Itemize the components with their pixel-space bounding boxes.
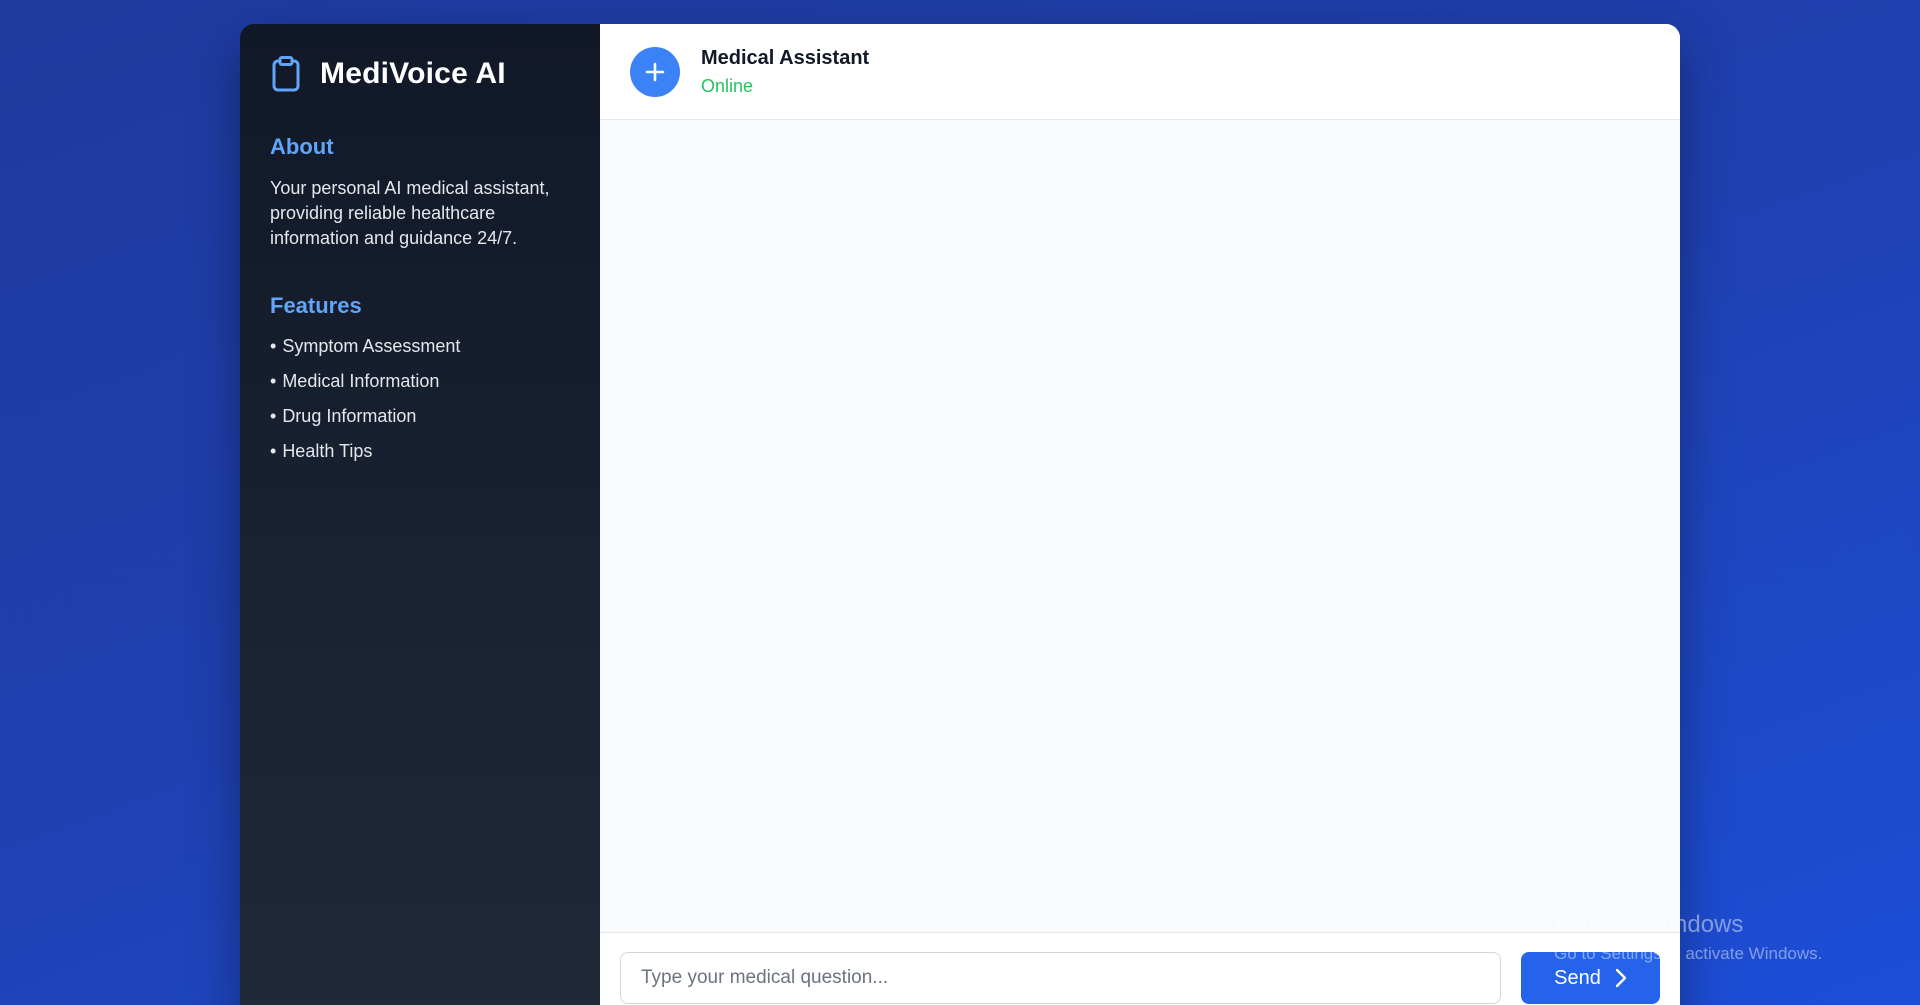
chat-panel: Medical Assistant Online Send — [600, 24, 1680, 1005]
feature-label: Drug Information — [282, 406, 417, 426]
composer: Send — [600, 932, 1680, 1005]
feature-label: Health Tips — [282, 441, 373, 461]
assistant-info: Medical Assistant Online — [701, 47, 869, 97]
brand-title: MediVoice AI — [320, 57, 506, 90]
assistant-avatar — [630, 46, 680, 97]
messages-area[interactable] — [600, 120, 1680, 932]
bullet: • — [270, 406, 277, 426]
feature-item-medical-information: • Medical Information — [270, 370, 570, 392]
sidebar: MediVoice AI About Your personal AI medi… — [240, 24, 600, 1005]
feature-item-health-tips: • Health Tips — [270, 440, 570, 462]
chevron-right-icon — [1615, 968, 1627, 988]
assistant-name: Medical Assistant — [701, 46, 870, 69]
plus-icon — [645, 62, 665, 81]
clipboard-icon — [270, 56, 302, 92]
status-online: Online — [701, 75, 754, 96]
feature-item-symptom-assessment: • Symptom Assessment — [270, 335, 570, 357]
features-heading: Features — [270, 293, 362, 318]
feature-label: Symptom Assessment — [282, 336, 461, 356]
send-button[interactable]: Send — [1521, 952, 1660, 1004]
app-window: MediVoice AI About Your personal AI medi… — [240, 24, 1680, 1005]
feature-item-drug-information: • Drug Information — [270, 405, 570, 427]
bullet: • — [270, 441, 277, 461]
about-text: Your personal AI medical assistant, prov… — [270, 178, 550, 248]
bullet: • — [270, 336, 277, 356]
bullet: • — [270, 371, 277, 391]
about-heading: About — [270, 134, 334, 159]
chat-header: Medical Assistant Online — [600, 24, 1680, 120]
message-input[interactable] — [620, 952, 1501, 1004]
send-label: Send — [1554, 966, 1601, 989]
features-list: • Symptom Assessment • Medical Information… — [270, 335, 570, 462]
brand: MediVoice AI — [270, 56, 570, 92]
feature-label: Medical Information — [282, 371, 440, 391]
